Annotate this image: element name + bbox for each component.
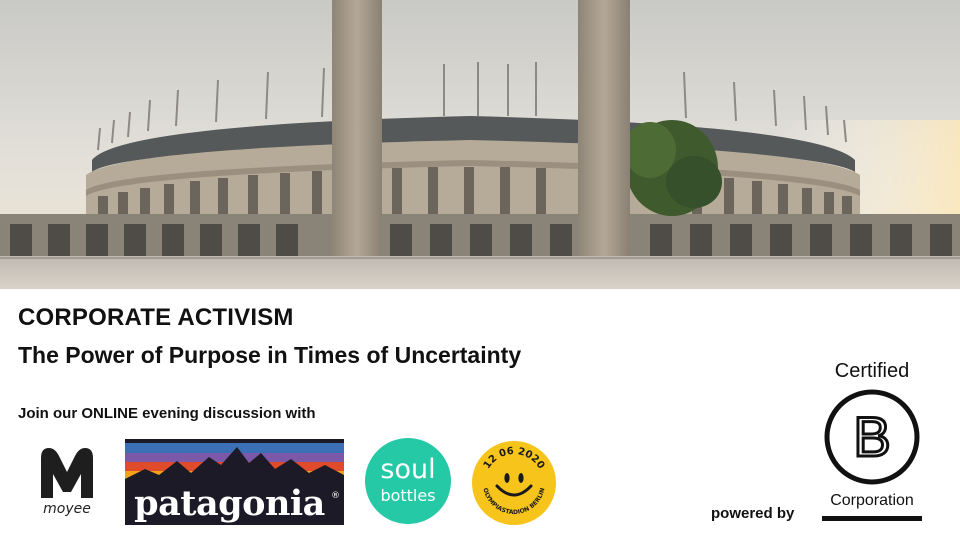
- event-title: CORPORATE ACTIVISM: [18, 304, 294, 331]
- moyee-mark-icon: [41, 448, 93, 498]
- b-corp-corporation: Corporation: [830, 492, 914, 509]
- b-corp-underline: [822, 516, 922, 521]
- moyee-logo: moyee: [35, 444, 99, 522]
- event-subtitle: The Power of Purpose in Times of Uncerta…: [18, 342, 522, 368]
- soulbottles-line1: soul: [380, 454, 436, 485]
- powered-by-label: powered by: [711, 505, 795, 522]
- olympiastadion-badge: 12 06 2020 OLYMPIASTADION BERLIN: [471, 440, 557, 526]
- soulbottles-logo: soul bottles: [365, 438, 451, 524]
- soulbottles-line2: bottles: [380, 486, 436, 505]
- patagonia-logo: patagonia ®: [125, 439, 344, 525]
- b-corp-certified: Certified: [834, 360, 910, 382]
- invite-text: Join our ONLINE evening discussion with: [18, 405, 316, 422]
- smiley-icon: 12 06 2020 OLYMPIASTADION BERLIN: [472, 441, 556, 525]
- b-corp-letter: B: [853, 405, 890, 468]
- hero-image: [0, 0, 960, 289]
- registered-mark: ®: [331, 491, 340, 501]
- patagonia-wordmark: patagonia: [134, 483, 325, 524]
- moyee-wordmark: moyee: [43, 501, 91, 517]
- b-corp-logo: Certified B Corporation: [820, 360, 924, 525]
- b-corp-circle-icon: B: [824, 389, 920, 485]
- stadium-photo: [0, 0, 960, 289]
